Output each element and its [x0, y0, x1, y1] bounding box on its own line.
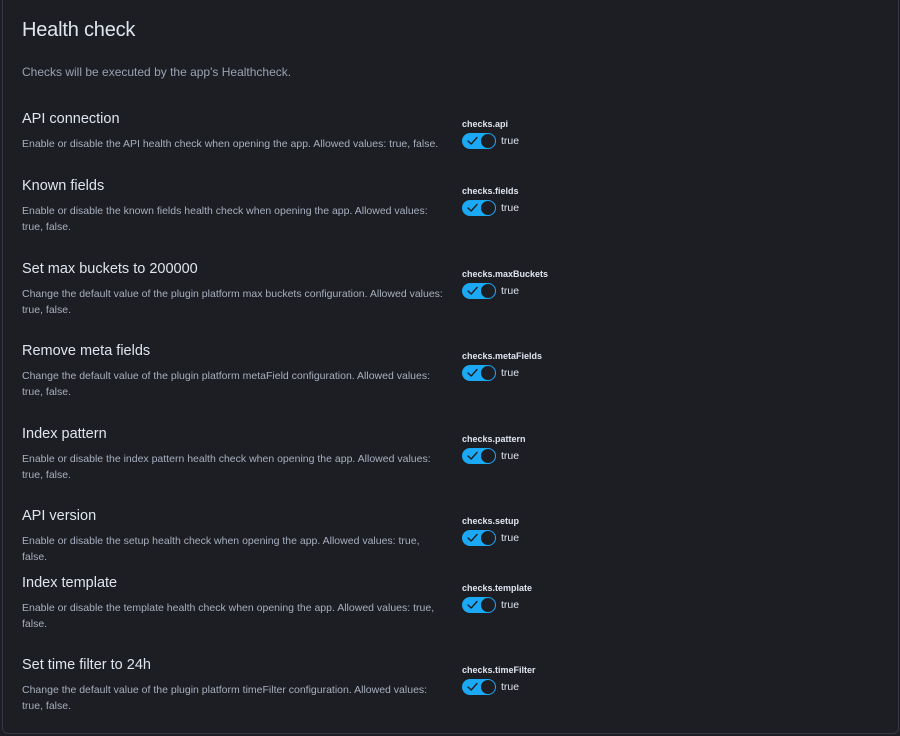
check-icon	[467, 451, 478, 460]
switch-knob	[481, 531, 495, 545]
toggle-switch[interactable]	[462, 530, 496, 546]
switch-row: true	[462, 448, 519, 464]
setting-description: Change the default value of the plugin p…	[22, 370, 431, 398]
setting-title: API version	[22, 508, 97, 524]
switch-knob	[481, 284, 495, 298]
setting-title: Set max buckets to 200000	[22, 261, 198, 277]
switch-knob	[481, 201, 495, 215]
switch-value-label: true	[501, 681, 520, 693]
toggle-switch[interactable]	[462, 133, 496, 149]
setting-description: Change the default value of the plugin p…	[22, 684, 428, 712]
switch-knob	[481, 134, 495, 148]
switch-value-label: true	[501, 367, 520, 379]
setting-title: API connection	[22, 111, 120, 127]
switch-row: true	[462, 200, 519, 216]
switch-row: true	[462, 133, 519, 149]
setting-key: checks.timeFilter	[462, 665, 536, 675]
switch-row: true	[462, 365, 519, 381]
setting-title: Index pattern	[22, 426, 107, 442]
setting-title: Index template	[22, 575, 118, 591]
setting-key: checks.api	[462, 119, 509, 129]
switch-value-label: true	[501, 450, 520, 462]
setting-title: Set time filter to 24h	[22, 657, 151, 673]
switch-value-label: true	[501, 599, 520, 611]
setting-description: Change the default value of the plugin p…	[22, 288, 443, 316]
toggle-switch[interactable]	[462, 365, 496, 381]
setting-description: Enable or disable the known fields healt…	[22, 205, 428, 233]
switch-value-label: true	[501, 135, 520, 147]
setting-key: checks.setup	[462, 516, 520, 526]
switch-value-label: true	[501, 532, 520, 544]
setting-key: checks.template	[462, 583, 533, 593]
toggle-switch[interactable]	[462, 283, 496, 299]
check-icon	[467, 286, 478, 295]
switch-row: true	[462, 679, 519, 695]
setting-description: Enable or disable the template health ch…	[22, 602, 435, 630]
setting-key: checks.fields	[462, 186, 519, 196]
setting-description: Enable or disable the index pattern heal…	[22, 453, 431, 481]
check-icon	[467, 682, 478, 691]
setting-description: Enable or disable the API health check w…	[22, 138, 439, 150]
toggle-switch[interactable]	[462, 448, 496, 464]
check-icon	[467, 203, 478, 212]
switch-knob	[481, 449, 495, 463]
switch-knob	[481, 598, 495, 612]
setting-key: checks.metaFields	[462, 351, 543, 361]
switch-value-label: true	[501, 202, 520, 214]
check-icon	[467, 600, 478, 609]
switch-value-label: true	[501, 285, 520, 297]
setting-title: Known fields	[22, 178, 105, 194]
switch-row: true	[462, 530, 519, 546]
setting-title: Remove meta fields	[22, 343, 151, 359]
switch-knob	[481, 366, 495, 380]
setting-key: checks.pattern	[462, 434, 526, 444]
check-icon	[467, 136, 478, 145]
check-icon	[467, 533, 478, 542]
toggle-switch[interactable]	[462, 200, 496, 216]
switch-knob	[481, 680, 495, 694]
setting-description: Enable or disable the setup health check…	[22, 535, 420, 563]
toggle-switch[interactable]	[462, 597, 496, 613]
check-icon	[467, 368, 478, 377]
health-check-panel: Health check Checks will be executed by …	[2, 0, 899, 734]
panel-title: Health check	[22, 19, 136, 41]
panel-description: Checks will be executed by the app's Hea…	[22, 65, 292, 79]
switch-row: true	[462, 283, 519, 299]
setting-key: checks.maxBuckets	[462, 269, 549, 279]
toggle-switch[interactable]	[462, 679, 496, 695]
switch-row: true	[462, 597, 519, 613]
